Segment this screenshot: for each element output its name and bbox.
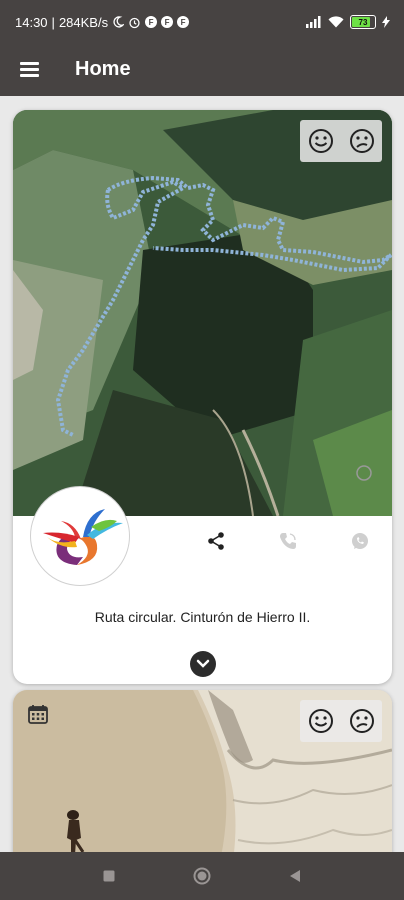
network-speed: 284KB/s xyxy=(58,14,109,30)
hamburger-menu-icon[interactable] xyxy=(18,58,42,82)
status-bar: 14:30 | 284KB/s F F F 73 xyxy=(0,0,404,44)
chevron-down-icon[interactable] xyxy=(190,651,216,677)
satellite-map-image[interactable] xyxy=(13,110,392,516)
smiley-sad-icon[interactable] xyxy=(348,127,376,155)
app-bar: Home xyxy=(0,44,404,96)
system-nav-bar xyxy=(0,852,404,900)
status-right: 73 xyxy=(306,12,390,32)
smiley-sad-icon[interactable] xyxy=(348,707,376,735)
battery-level: 73 xyxy=(358,17,368,27)
page-title: Home xyxy=(75,58,131,80)
wifi-icon xyxy=(328,16,344,28)
phone-icon[interactable] xyxy=(275,528,301,554)
status-time: 14:30 xyxy=(15,14,48,30)
signal-icon xyxy=(306,16,322,28)
alarm-icon xyxy=(128,16,141,29)
calendar-icon[interactable] xyxy=(27,703,49,725)
route-card[interactable]: Ruta circular. Cinturón de Hierro II. xyxy=(13,110,392,684)
route-actions xyxy=(193,528,383,554)
route-logo xyxy=(30,486,130,586)
smiley-happy-icon[interactable] xyxy=(307,127,335,155)
moon-icon xyxy=(112,16,125,28)
battery-icon: 73 xyxy=(350,15,376,29)
recents-square-icon[interactable] xyxy=(99,866,119,886)
whatsapp-icon[interactable] xyxy=(347,528,373,554)
app-f-icon: F xyxy=(145,16,158,28)
status-left: 14:30 | 284KB/s F F F xyxy=(15,13,190,31)
route-title[interactable]: Ruta circular. Cinturón de Hierro II. xyxy=(13,609,392,625)
app-f-icon: F xyxy=(161,16,174,28)
share-icon[interactable] xyxy=(203,528,229,554)
app-f-icon: F xyxy=(177,16,190,28)
rating-box xyxy=(300,120,382,162)
back-triangle-icon[interactable] xyxy=(285,866,305,886)
rating-box xyxy=(300,700,382,742)
smiley-happy-icon[interactable] xyxy=(307,707,335,735)
charging-icon xyxy=(382,16,390,28)
home-circle-icon[interactable] xyxy=(192,866,212,886)
